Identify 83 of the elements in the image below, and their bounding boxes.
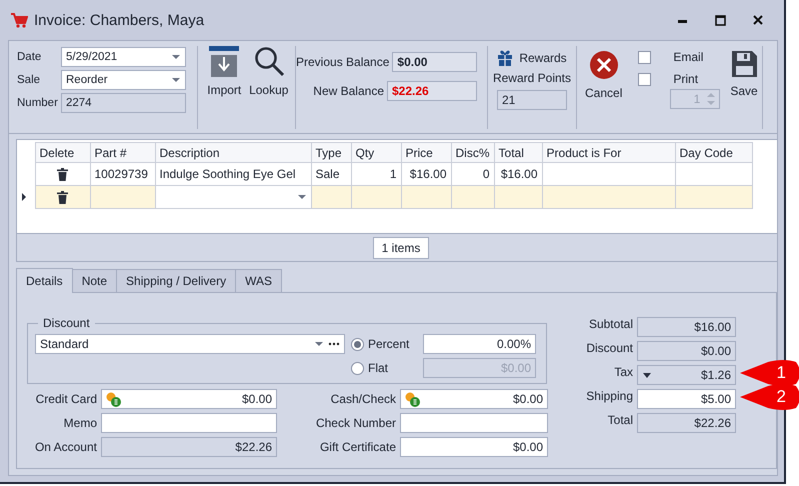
column-header: Description [155, 142, 311, 162]
callout-badge: 2 [740, 383, 799, 411]
lookup-button[interactable]: Lookup [248, 46, 289, 129]
field-label: Total [606, 413, 633, 429]
item-count: 1 items [372, 236, 430, 258]
input-field[interactable] [101, 413, 277, 433]
input-field[interactable]: $0.00 [400, 437, 548, 457]
coins-icon [405, 392, 420, 406]
search-icon [254, 46, 284, 77]
caret-icon[interactable] [171, 76, 181, 82]
column-header: Total [494, 142, 542, 162]
field-label: Date [17, 50, 42, 62]
field-label: Gift Certificate [318, 440, 396, 454]
field-label: Sale [17, 74, 42, 86]
balance-label: Previous Balance [296, 55, 390, 69]
caret-icon[interactable] [314, 341, 324, 347]
new-balance-field: $22.26 [387, 81, 477, 101]
balance-label: New Balance [313, 84, 384, 98]
field-label: Shipping [585, 389, 633, 405]
group-title: Discount [42, 316, 91, 330]
radio-option[interactable]: Percent [351, 337, 410, 351]
field-label: Credit Card [34, 392, 97, 406]
column-header: Price [401, 142, 451, 162]
checkbox-label: Print [673, 72, 698, 86]
tab[interactable]: Note [72, 269, 118, 292]
input-field[interactable]: $0.00 [101, 389, 277, 409]
percent-field[interactable]: 0.00% [423, 334, 536, 354]
column-header: Part # [90, 142, 155, 162]
checkbox[interactable] [638, 72, 652, 86]
checkbox[interactable] [638, 50, 652, 64]
column-header: Product is For [542, 142, 676, 162]
input-field: $22.26 [101, 437, 277, 457]
close-icon[interactable] [753, 15, 763, 25]
checkbox-label: Email [673, 50, 704, 64]
date-field[interactable]: 5/29/2021 [61, 46, 186, 66]
reward-points-field: 21 [497, 90, 567, 110]
x-circle-icon [588, 50, 619, 80]
field-label: Subtotal [588, 317, 633, 333]
coins-icon [106, 392, 121, 406]
field-label: Number [17, 96, 59, 108]
tab[interactable]: WAS [235, 269, 282, 292]
maximize-icon[interactable] [714, 14, 726, 26]
rewards-button[interactable]: Rewards [497, 49, 567, 66]
input-field[interactable] [400, 413, 548, 433]
import-button[interactable]: Import [204, 46, 244, 129]
field-label: Tax [613, 365, 633, 381]
column-header: Qty [351, 142, 401, 162]
field-label: On Account [34, 440, 97, 454]
cancel-button[interactable]: Cancel [585, 50, 622, 102]
caret-icon[interactable] [171, 54, 181, 60]
cart-icon [10, 12, 28, 28]
column-header: Delete [35, 142, 90, 162]
field-label: Cash/Check [330, 392, 396, 406]
column-header: Disc% [451, 142, 494, 162]
gift-icon [497, 49, 514, 66]
trash-icon[interactable] [57, 168, 68, 180]
ellipsis-icon[interactable] [328, 341, 340, 347]
discount-field[interactable]: Standard [35, 334, 345, 354]
column-header: Day Code [675, 142, 752, 162]
input-field[interactable]: $0.00 [400, 389, 548, 409]
callout-badge: 1 [740, 359, 799, 387]
amount-field: $22.26 [637, 413, 736, 433]
trash-icon[interactable] [57, 190, 68, 204]
amount-field[interactable]: $1.26 [637, 365, 736, 385]
tray-arrow-icon [209, 46, 240, 77]
radio-option[interactable]: Flat [351, 361, 388, 375]
number-field: 2274 [61, 92, 186, 112]
window-title: Invoice: Chambers, Maya [34, 12, 206, 28]
amount-field: $16.00 [637, 317, 736, 337]
tab[interactable]: Details [16, 268, 73, 293]
save-button[interactable]: Save [730, 50, 758, 102]
sale-field[interactable]: Reorder [61, 70, 186, 90]
column-header: Type [311, 142, 351, 162]
field-label: Discount [585, 341, 633, 357]
caret-icon[interactable] [296, 194, 306, 200]
caret-icon[interactable] [642, 371, 652, 379]
amount-field: $0.00 [637, 341, 736, 361]
field-label: Check Number [314, 416, 396, 430]
reward-points-label: Reward Points [492, 71, 572, 85]
field-label: Memo [62, 416, 97, 430]
previous-balance-field: $0.00 [392, 52, 477, 72]
tab[interactable]: Shipping / Delivery [116, 269, 236, 292]
amount-field[interactable]: $5.00 [637, 389, 736, 409]
